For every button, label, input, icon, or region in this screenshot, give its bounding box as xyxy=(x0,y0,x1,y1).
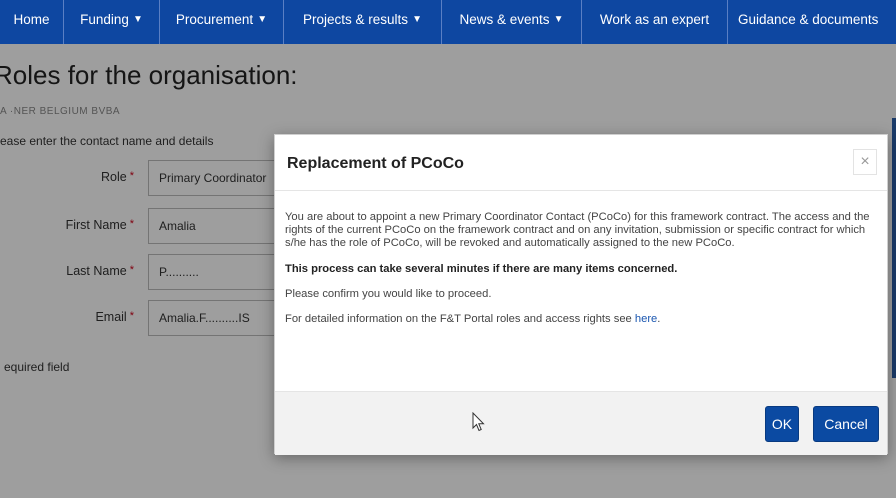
nav-work-as-expert[interactable]: Work as an expert xyxy=(582,0,728,44)
nav-procurement-label: Procurement xyxy=(175,11,254,27)
dialog-message-info: For detailed information on the F&T Port… xyxy=(285,313,881,326)
nav-funding-label: Funding xyxy=(80,11,129,27)
nav-home[interactable]: Home xyxy=(0,0,64,44)
nav-procurement[interactable]: Procurement ▼ xyxy=(160,0,284,44)
dialog-message-confirm: Please confirm you would like to proceed… xyxy=(285,287,492,300)
nav-news-events-label: News & events xyxy=(459,11,550,27)
nav-news-events[interactable]: News & events ▼ xyxy=(442,0,582,44)
dialog-footer: OK Cancel xyxy=(275,391,887,455)
replacement-dialog: Replacement of PCoCo × You are about to … xyxy=(274,134,888,455)
nav-home-label: Home xyxy=(13,11,50,27)
nav-projects-results[interactable]: Projects & results ▼ xyxy=(284,0,442,44)
dialog-title: Replacement of PCoCo xyxy=(287,155,464,172)
here-link[interactable]: here xyxy=(635,313,657,325)
dialog-body: You are about to appoint a new Primary C… xyxy=(285,211,881,338)
dialog-header: Replacement of PCoCo × xyxy=(275,135,887,191)
cancel-button[interactable]: Cancel xyxy=(813,406,879,442)
top-navigation: Home Funding ▼ Procurement ▼ Projects & … xyxy=(0,0,896,44)
ok-button[interactable]: OK xyxy=(765,406,799,442)
close-icon[interactable]: × xyxy=(853,149,877,175)
chevron-down-icon: ▼ xyxy=(132,13,143,25)
nav-work-as-expert-label: Work as an expert xyxy=(599,11,710,27)
dialog-info-suffix: . xyxy=(657,313,661,326)
chevron-down-icon: ▼ xyxy=(257,13,268,25)
dialog-message-warning: This process can take several minutes if… xyxy=(285,262,678,275)
chevron-down-icon: ▼ xyxy=(412,13,422,25)
nav-funding[interactable]: Funding ▼ xyxy=(64,0,160,44)
nav-projects-results-label: Projects & results xyxy=(303,11,409,27)
mouse-pointer-icon xyxy=(472,412,485,432)
dialog-message-appoint: You are about to appoint a new Primary C… xyxy=(285,211,870,250)
nav-guidance-documents-label: Guidance & documents xyxy=(738,11,879,27)
dialog-info-prefix: For detailed information on the F&T Port… xyxy=(285,313,635,326)
nav-guidance-documents[interactable]: Guidance & documents xyxy=(728,0,896,44)
chevron-down-icon: ▼ xyxy=(553,13,564,25)
